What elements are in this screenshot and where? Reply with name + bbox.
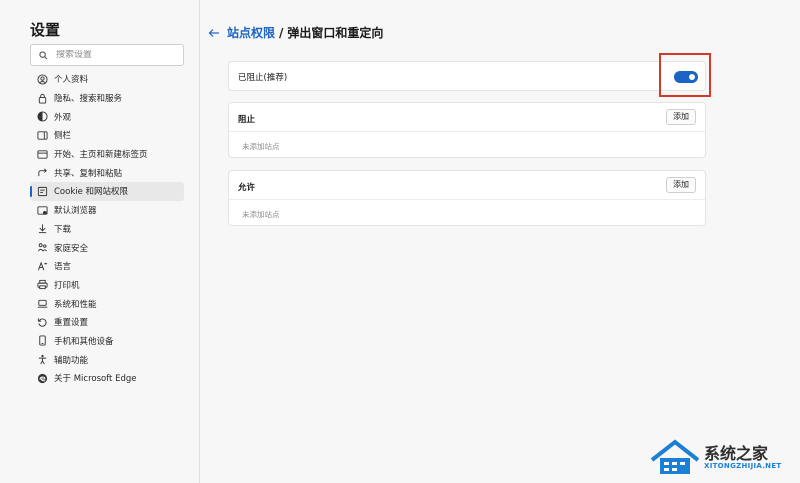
sidebar-item-label: 家庭安全	[54, 243, 89, 254]
sidebar-item-printers[interactable]: 打印机	[30, 276, 184, 295]
home-icon	[36, 148, 48, 160]
sidebar-item-label: 打印机	[54, 280, 80, 291]
allow-section: 允许 添加 未添加站点	[228, 170, 706, 226]
accessibility-icon	[36, 354, 48, 366]
sidebar-item-privacy[interactable]: 隐私、搜索和服务	[30, 89, 184, 108]
language-icon	[36, 260, 48, 272]
sidebar-item-label: 外观	[54, 112, 72, 123]
allow-add-button[interactable]: 添加	[666, 177, 696, 193]
sidebar-item-language[interactable]: 语言	[30, 257, 184, 276]
sidebar-item-accessibility[interactable]: 辅助功能	[30, 350, 184, 369]
breadcrumb: 站点权限 / 弹出窗口和重定向	[207, 24, 383, 41]
sidebar-title: 设置	[30, 21, 61, 39]
reset-icon	[36, 316, 48, 328]
search-input[interactable]	[56, 50, 176, 60]
sidebar-item-about[interactable]: 关于 Microsoft Edge	[30, 369, 184, 388]
sidebar-item-label: 隐私、搜索和服务	[54, 94, 123, 105]
sidebar-item-label: 关于 Microsoft Edge	[54, 374, 137, 385]
sidebar-item-label: 共享、复制和粘贴	[54, 168, 123, 179]
appearance-icon	[36, 111, 48, 123]
sidebar-item-sidebar[interactable]: 侧栏	[30, 126, 184, 145]
divider	[229, 131, 705, 132]
sidebar-item-label: 下载	[54, 224, 72, 235]
block-section: 阻止 添加 未添加站点	[228, 102, 706, 158]
sidebar-item-label: 系统和性能	[54, 299, 97, 310]
allow-section-title: 允许	[238, 183, 256, 193]
download-icon	[36, 223, 48, 235]
back-arrow-icon[interactable]	[207, 26, 221, 40]
watermark: 系统之家 XITONGZHIJIA.NET	[648, 436, 798, 480]
laptop-icon	[36, 298, 48, 310]
breadcrumb-separator: /	[279, 25, 284, 40]
sidebar-item-default-browser[interactable]: 默认浏览器	[30, 201, 184, 220]
sidebar-item-phone[interactable]: 手机和其他设备	[30, 332, 184, 351]
sidebar-item-label: 开始、主页和新建标签页	[54, 150, 148, 161]
search-box[interactable]	[30, 44, 184, 66]
sidebar-item-family[interactable]: 家庭安全	[30, 238, 184, 257]
search-icon	[39, 50, 48, 59]
divider	[229, 199, 705, 200]
block-add-button[interactable]: 添加	[666, 109, 696, 125]
watermark-logo-icon	[650, 439, 700, 474]
printer-icon	[36, 279, 48, 291]
sidebar-nav: 个人资料 隐私、搜索和服务 外观 侧栏 开始、主页和新建标签页 共享、复制和粘贴…	[30, 70, 184, 388]
sidebar-item-share[interactable]: 共享、复制和粘贴	[30, 163, 184, 182]
watermark-url: XITONGZHIJIA.NET	[704, 462, 782, 470]
block-section-title: 阻止	[238, 115, 256, 125]
sidebar-item-label: 侧栏	[54, 131, 72, 142]
block-empty-text: 未添加站点	[242, 142, 280, 151]
breadcrumb-site-permissions-link[interactable]: 站点权限	[227, 24, 275, 41]
phone-icon	[36, 335, 48, 347]
sidebar-item-label: 辅助功能	[54, 355, 89, 366]
sidebar-item-start-home[interactable]: 开始、主页和新建标签页	[30, 145, 184, 164]
page-title: 弹出窗口和重定向	[287, 26, 384, 40]
blocked-setting-card: 已阻止(推荐)	[228, 61, 706, 91]
sidebar-item-reset[interactable]: 重置设置	[30, 313, 184, 332]
sidebar-item-label: 手机和其他设备	[54, 336, 114, 347]
profile-icon	[36, 73, 48, 85]
lock-icon	[36, 92, 48, 104]
sidebar-item-label: 个人资料	[54, 75, 89, 86]
sidebar-item-profile[interactable]: 个人资料	[30, 70, 184, 89]
watermark-text: 系统之家	[704, 444, 769, 463]
sidebar: 设置 个人资料 隐私、搜索和服务 外观 侧栏 开始、主页和新建标签页 共享、复制…	[0, 0, 200, 483]
sidebar-icon	[36, 129, 48, 141]
sidebar-item-label: 语言	[54, 262, 72, 273]
family-icon	[36, 242, 48, 254]
edge-icon	[36, 372, 48, 384]
sidebar-item-cookies[interactable]: Cookie 和网站权限	[30, 182, 184, 201]
sidebar-item-downloads[interactable]: 下载	[30, 220, 184, 239]
sidebar-item-system[interactable]: 系统和性能	[30, 294, 184, 313]
allow-empty-text: 未添加站点	[242, 210, 280, 219]
share-icon	[36, 167, 48, 179]
cookie-icon	[36, 185, 48, 197]
sidebar-item-label: Cookie 和网站权限	[54, 187, 129, 198]
blocked-setting-label: 已阻止(推荐)	[238, 73, 288, 83]
browser-icon	[36, 204, 48, 216]
sidebar-item-label: 默认浏览器	[54, 206, 97, 217]
highlight-box	[659, 53, 711, 97]
sidebar-item-label: 重置设置	[54, 318, 89, 329]
sidebar-item-appearance[interactable]: 外观	[30, 107, 184, 126]
